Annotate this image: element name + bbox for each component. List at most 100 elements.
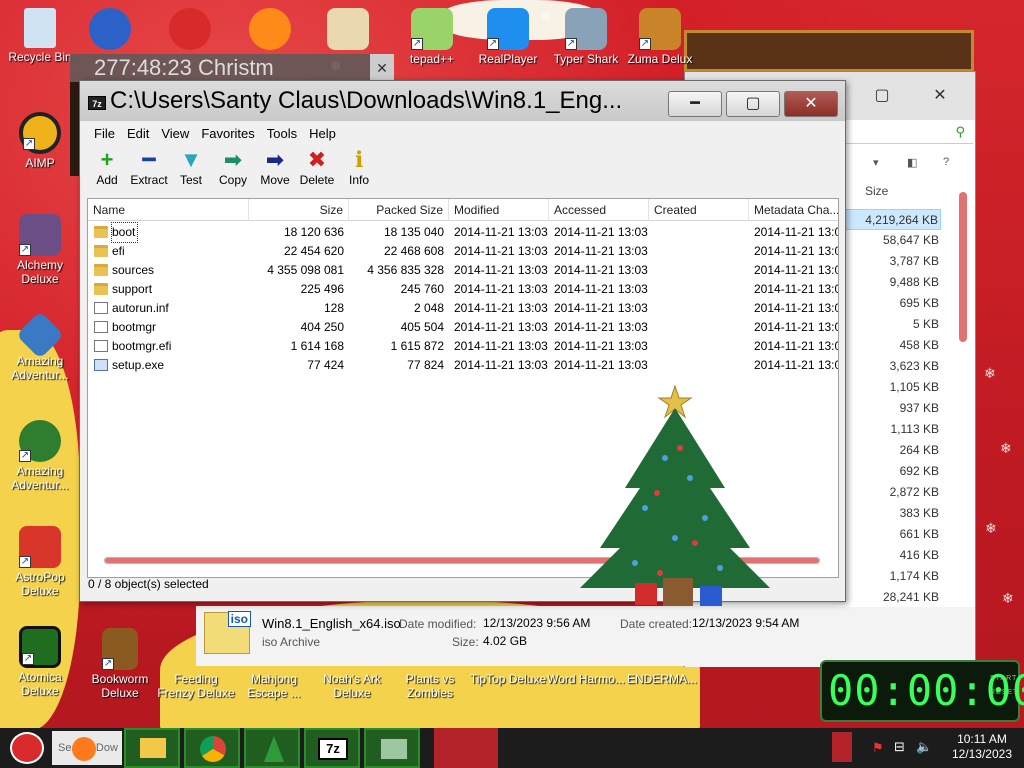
desktop-icon-label: Atomica Deluxe — [18, 670, 62, 698]
size-cell[interactable]: 58,647 KB — [845, 230, 941, 251]
flag-icon[interactable]: ⚑ — [872, 740, 884, 756]
column-header-created[interactable]: Created — [649, 199, 749, 221]
taskbar-decoration — [434, 728, 498, 768]
size-cell[interactable]: 264 KB — [845, 440, 941, 461]
cell-size: 22 454 620 — [283, 244, 344, 258]
test-button[interactable]: ▼ Test — [170, 147, 212, 191]
menu-tools[interactable]: Tools — [261, 125, 303, 143]
scrollbar[interactable] — [959, 192, 967, 342]
size-cell[interactable]: 2,872 KB — [845, 482, 941, 503]
menu-favorites[interactable]: Favorites — [195, 125, 260, 143]
size-cell[interactable]: 1,105 KB — [845, 377, 941, 398]
help-icon[interactable]: ? — [943, 156, 949, 168]
column-header-accessed[interactable]: Accessed — [549, 199, 649, 221]
file-row[interactable]: support 225 496 245 760 2014-11-21 13:03 201… — [88, 280, 838, 299]
desktop-icon-atomica[interactable]: ↗ Atomica Deluxe — [0, 626, 80, 698]
column-header-size[interactable]: Size — [249, 199, 349, 221]
desktop-icon-typer-shark[interactable]: ↗ Typer Shark — [546, 8, 626, 66]
chevron-down-icon[interactable]: ▾ — [873, 156, 879, 169]
desktop-icon-game[interactable] — [160, 8, 220, 52]
christmas-countdown-widget[interactable]: 277:48:23 Christm ✕ — [70, 54, 394, 82]
maximize-button[interactable]: ▢ — [726, 91, 780, 117]
stopwatch-start-button[interactable]: START — [990, 672, 1016, 686]
column-header-name[interactable]: Name — [88, 199, 249, 221]
desktop-icon-alchemy[interactable]: ↗ Alchemy Deluxe — [0, 214, 80, 286]
desktop-icon-amazing-adventures-1[interactable]: Amazing Adventur... — [0, 310, 80, 382]
size-cell[interactable]: 1,113 KB — [845, 419, 941, 440]
size-cell[interactable]: 9,488 KB — [845, 272, 941, 293]
close-icon[interactable]: ✕ — [370, 54, 394, 82]
taskbar-file-explorer[interactable] — [124, 728, 180, 768]
size-cell[interactable]: 692 KB — [845, 461, 941, 482]
taskbar-clock[interactable]: 10:11 AM 12/13/2023 — [952, 732, 1012, 762]
size-cell[interactable]: 3,623 KB — [845, 356, 941, 377]
size-cell[interactable]: 458 KB — [845, 335, 941, 356]
extract-button[interactable]: ━ Extract — [128, 147, 170, 191]
copy-button[interactable]: ➡ Copy — [212, 147, 254, 191]
column-header-modified[interactable]: Modified — [449, 199, 549, 221]
delete-button[interactable]: ✖ Delete — [296, 147, 338, 191]
taskbar-app[interactable] — [364, 728, 420, 768]
file-row[interactable]: autorun.inf 128 2 048 2014-11-21 13:03 2014-… — [88, 299, 838, 318]
alchemy-icon: ↗ — [19, 214, 61, 256]
menu-help[interactable]: Help — [303, 125, 342, 143]
size-cell[interactable]: 3,787 KB — [845, 251, 941, 272]
desktop-icon-notepadpp[interactable]: ↗ tepad++ — [392, 8, 472, 66]
window-titlebar[interactable]: 7z C:\Users\Santy Claus\Downloads\Win8.1… — [80, 81, 845, 121]
stopwatch-widget[interactable]: 00:00:00 START RESET — [820, 660, 1024, 722]
cell-accessed: 2014-11-21 13:03 — [554, 244, 648, 258]
move-button[interactable]: ➡ Move — [254, 147, 296, 191]
desktop-icon-recycle-bin[interactable]: Recycle Bin — [0, 8, 80, 64]
stopwatch-reset-button[interactable]: RESET — [990, 686, 1017, 700]
taskbar-7zip[interactable]: 7z — [304, 728, 360, 768]
cell-modified: 2014-11-21 13:03 — [454, 282, 548, 296]
close-button[interactable]: ✕ — [784, 91, 838, 117]
file-row[interactable]: bootmgr.efi 1 614 168 1 615 872 2014-11-21 … — [88, 337, 838, 356]
column-header-packed-size[interactable]: Packed Size — [349, 199, 449, 221]
file-row[interactable]: sources 4 355 098 081 4 356 835 328 2014-11… — [88, 261, 839, 280]
desktop-icon-game[interactable] — [80, 8, 140, 52]
taskbar-search-box[interactable]: Search Dow — [52, 731, 122, 765]
column-header-metadata-changed[interactable]: Metadata Cha... — [749, 199, 838, 221]
size-cell[interactable]: 1,174 KB — [845, 566, 941, 587]
desktop-icon-aimp[interactable]: ↗ AIMP — [0, 112, 80, 170]
taskbar-christmas-tree[interactable] — [244, 728, 300, 768]
desktop-icon-game[interactable] — [318, 8, 378, 52]
menu-edit[interactable]: Edit — [121, 125, 155, 143]
file-row[interactable]: boot 18 120 636 18 135 040 2014-11-21 13:03… — [88, 222, 838, 243]
minimize-button[interactable]: ━ — [668, 91, 722, 117]
column-header-size[interactable]: Size — [865, 184, 888, 198]
start-button[interactable] — [4, 728, 50, 768]
volume-icon[interactable]: 🔈 — [916, 739, 932, 755]
explorer-search-box[interactable]: ⚲ — [845, 122, 973, 144]
info-button[interactable]: ℹ Info — [338, 147, 380, 191]
file-row[interactable]: efi 22 454 620 22 468 608 2014-11-21 13:03 2… — [88, 242, 838, 261]
size-cell[interactable]: 5 KB — [845, 314, 941, 335]
maximize-button[interactable]: ▢ — [859, 82, 905, 110]
size-cell[interactable]: 937 KB — [845, 398, 941, 419]
preview-pane-icon[interactable]: ◧ — [907, 156, 917, 169]
desktop-icon-label: AstroPop Deluxe — [15, 570, 65, 598]
desktop-icon-firefox[interactable] — [240, 8, 300, 52]
file-row[interactable]: bootmgr 404 250 405 504 2014-11-21 13:03 201… — [88, 318, 838, 337]
file-row[interactable]: setup.exe 77 424 77 824 2014-11-21 13:03 201… — [88, 356, 838, 375]
desktop-icon-amazing-adventures-2[interactable]: ↗ Amazing Adventur... — [0, 420, 80, 492]
size-cell[interactable]: 661 KB — [845, 524, 941, 545]
taskbar-chrome[interactable] — [184, 728, 240, 768]
size-cell[interactable]: 28,241 KB — [845, 587, 941, 608]
add-button[interactable]: + Add — [86, 147, 128, 191]
network-icon[interactable]: ⊟ — [894, 739, 905, 755]
size-cell[interactable]: 695 KB — [845, 293, 941, 314]
cell-meta: 2014-11-21 13:0 — [754, 263, 839, 277]
size-cell[interactable]: 416 KB — [845, 545, 941, 566]
menu-file[interactable]: File — [88, 125, 121, 143]
menu-view[interactable]: View — [155, 125, 195, 143]
desktop-icon-astropop[interactable]: ↗ AstroPop Deluxe — [0, 526, 80, 598]
desktop-icon-zuma[interactable]: ↗ Zuma Delux — [620, 8, 700, 66]
desktop-icon-realplayer[interactable]: ↗ RealPlayer — [468, 8, 548, 66]
size-cell[interactable]: 383 KB — [845, 503, 941, 524]
size-cell[interactable]: 4,219,264 KB — [845, 209, 941, 230]
desktop-icon-bookworm[interactable]: ↗ Bookworm Deluxe — [80, 628, 160, 700]
close-button[interactable]: ✕ — [917, 82, 963, 110]
cell-packed: 1 615 872 — [390, 339, 444, 353]
